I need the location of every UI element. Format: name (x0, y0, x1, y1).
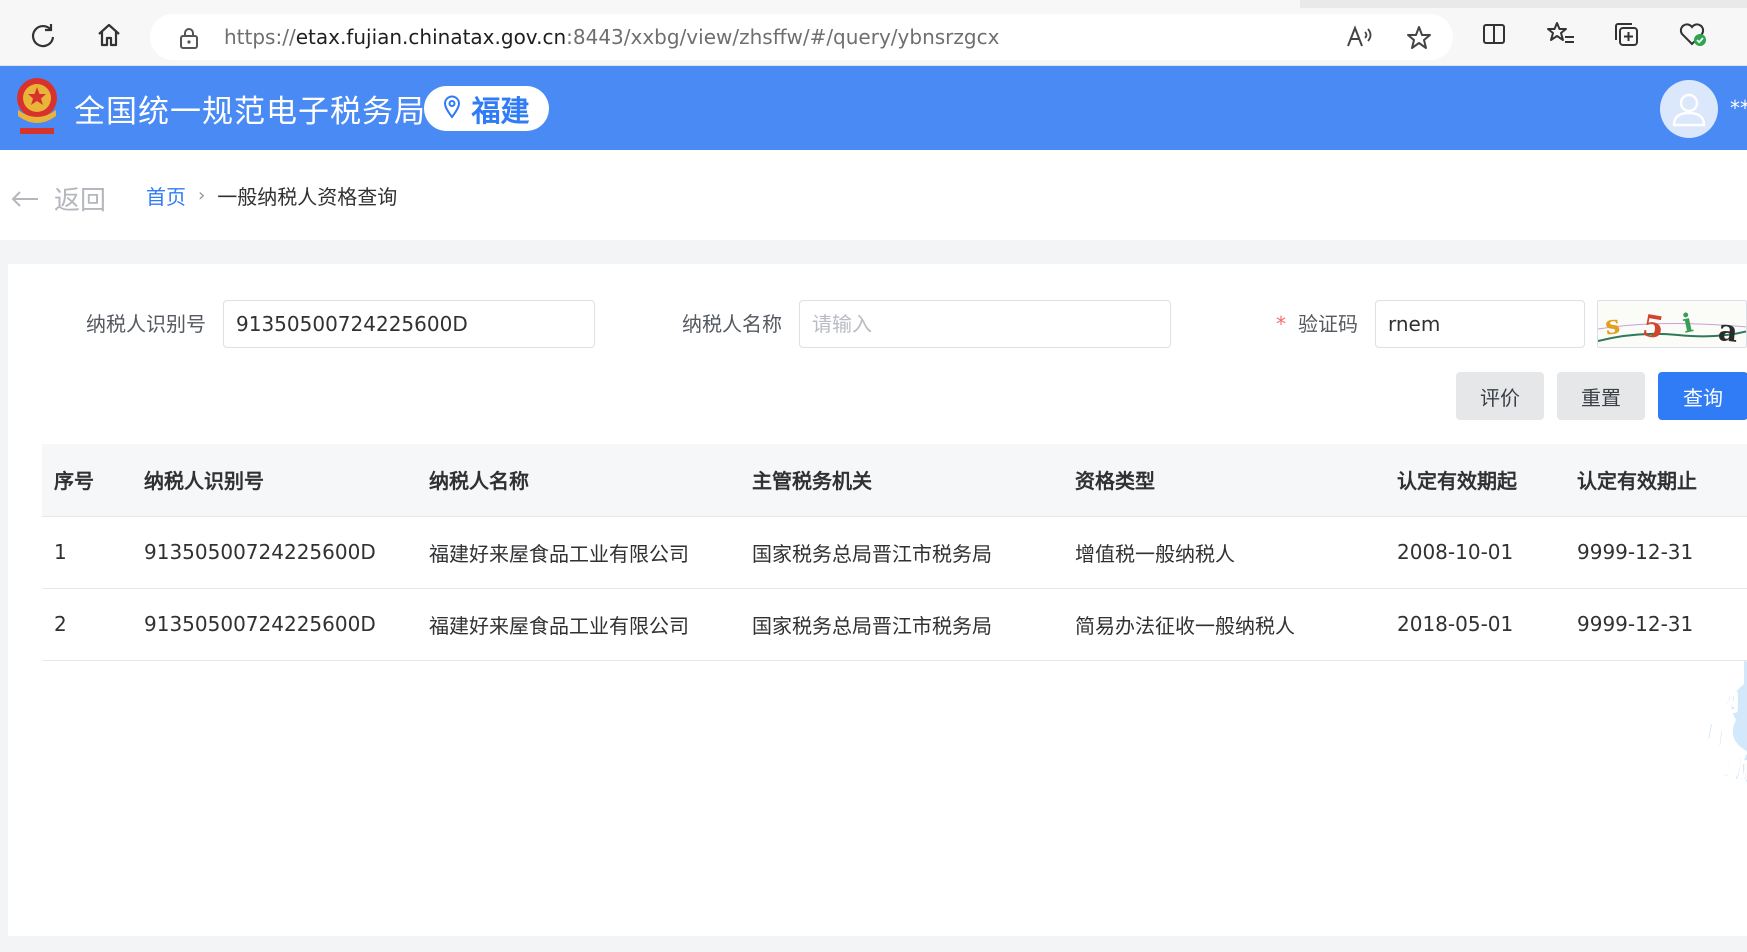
captcha-char-1: s (1603, 310, 1622, 342)
required-mark: * (1276, 312, 1286, 336)
browser-essentials-icon[interactable] (1678, 20, 1708, 50)
cell-valid-to: 9999-12-31 (1565, 588, 1747, 661)
user-icon (1672, 93, 1706, 127)
url-text[interactable]: https://etax.fujian.chinatax.gov.cn:8443… (224, 25, 999, 49)
back-label: 返回 (54, 186, 107, 216)
user-avatar[interactable] (1660, 80, 1718, 138)
cell-valid-from: 2018-05-01 (1385, 588, 1565, 661)
captcha-char-2: 5 (1640, 308, 1667, 346)
address-bar[interactable]: https://etax.fujian.chinatax.gov.cn:8443… (150, 14, 1453, 60)
taxpayer-id-input[interactable] (223, 300, 595, 348)
header-valid-to: 认定有效期止 (1565, 444, 1747, 517)
cell-index: 1 (42, 516, 132, 589)
cell-qualification-type: 增值税一般纳税人 (1063, 516, 1385, 589)
header-tax-authority: 主管税务机关 (740, 444, 1063, 517)
breadcrumb-home-link[interactable]: 首页 (146, 181, 186, 210)
site-title: 全国统一规范电子税务局 (74, 94, 426, 130)
result-table: 序号 纳税人识别号 纳税人名称 主管税务机关 资格类型 认定有效期起 认定有效期… (42, 444, 1747, 661)
back-button[interactable]: 返回 (10, 180, 106, 217)
captcha-image[interactable]: s 5 i a (1597, 300, 1747, 348)
read-aloud-icon[interactable] (1345, 24, 1373, 54)
collections-icon[interactable] (1612, 20, 1642, 50)
lock-icon[interactable] (178, 26, 200, 54)
cell-valid-to: 9999-12-31 (1565, 516, 1747, 589)
header-taxpayer-id: 纳税人识别号 (132, 444, 417, 517)
cell-taxpayer-name: 福建好来屋食品工业有限公司 (417, 516, 740, 589)
cell-index: 2 (42, 588, 132, 661)
arrow-left-icon (11, 190, 38, 207)
taxpayer-name-input[interactable] (799, 300, 1171, 348)
cell-taxpayer-id: 91350500724225600D (132, 516, 417, 589)
header-qualification-type: 资格类型 (1063, 444, 1385, 517)
taxpayer-name-label: 纳税人名称 (682, 312, 782, 336)
split-screen-icon[interactable] (1480, 20, 1510, 50)
breadcrumb: 首页 › 一般纳税人资格查询 (146, 181, 397, 210)
cell-taxpayer-name: 福建好来屋食品工业有限公司 (417, 588, 740, 661)
table-row[interactable]: 2 91350500724225600D 福建好来屋食品工业有限公司 国家税务总… (42, 588, 1747, 661)
cell-taxpayer-id: 91350500724225600D (132, 588, 417, 661)
header-index: 序号 (42, 444, 132, 517)
captcha-input[interactable] (1375, 300, 1585, 348)
table-row[interactable]: 1 91350500724225600D 福建好来屋食品工业有限公司 国家税务总… (42, 516, 1747, 589)
tab-strip (0, 0, 1747, 8)
site-header: 全国统一规范电子税务局 福建 ** (0, 66, 1747, 150)
active-tab[interactable] (0, 0, 1300, 8)
user-name-masked[interactable]: ** (1730, 96, 1747, 120)
query-button[interactable]: 查询 (1658, 372, 1747, 420)
cell-qualification-type: 简易办法征收一般纳税人 (1063, 588, 1385, 661)
taxpayer-id-label: 纳税人识别号 (86, 312, 206, 336)
favorite-star-icon[interactable] (1405, 24, 1433, 56)
browser-toolbar: https://etax.fujian.chinatax.gov.cn:8443… (0, 0, 1747, 66)
captcha-char-4: a (1717, 313, 1740, 348)
widget-char-1: 纳 (1712, 685, 1739, 717)
widget-char-2: 互 (1702, 721, 1729, 752)
cell-valid-from: 2008-10-01 (1385, 516, 1565, 589)
widget-char-3: 动 (1722, 754, 1747, 785)
header-taxpayer-name: 纳税人名称 (417, 444, 740, 517)
table-header-row: 序号 纳税人识别号 纳税人名称 主管税务机关 资格类型 认定有效期起 认定有效期… (42, 444, 1747, 517)
reset-button[interactable]: 重置 (1557, 372, 1645, 420)
header-valid-from: 认定有效期起 (1385, 444, 1565, 517)
query-panel: 纳税人识别号 纳税人名称 *验证码 s 5 i a 评价 重置 查询 序号 纳税… (8, 264, 1747, 936)
breadcrumb-current: 一般纳税人资格查询 (217, 185, 398, 209)
evaluate-button[interactable]: 评价 (1456, 372, 1544, 420)
home-icon[interactable] (94, 20, 124, 50)
region-selector[interactable]: 福建 (424, 86, 549, 131)
favorites-list-icon[interactable] (1546, 20, 1576, 50)
refresh-icon[interactable] (28, 20, 58, 50)
region-label: 福建 (471, 93, 530, 128)
location-pin-icon (443, 92, 461, 126)
breadcrumb-row: 返回 首页 › 一般纳税人资格查询 (0, 150, 1747, 240)
tax-emblem-icon[interactable] (12, 74, 62, 140)
captcha-label: * 验证码 (1276, 312, 1358, 336)
breadcrumb-separator: › (198, 185, 206, 206)
cell-tax-authority: 国家税务总局晋江市税务局 (740, 516, 1063, 589)
cell-tax-authority: 国家税务总局晋江市税务局 (740, 588, 1063, 661)
taxpayer-interaction-widget[interactable]: 纳 互 动 (1696, 660, 1747, 790)
